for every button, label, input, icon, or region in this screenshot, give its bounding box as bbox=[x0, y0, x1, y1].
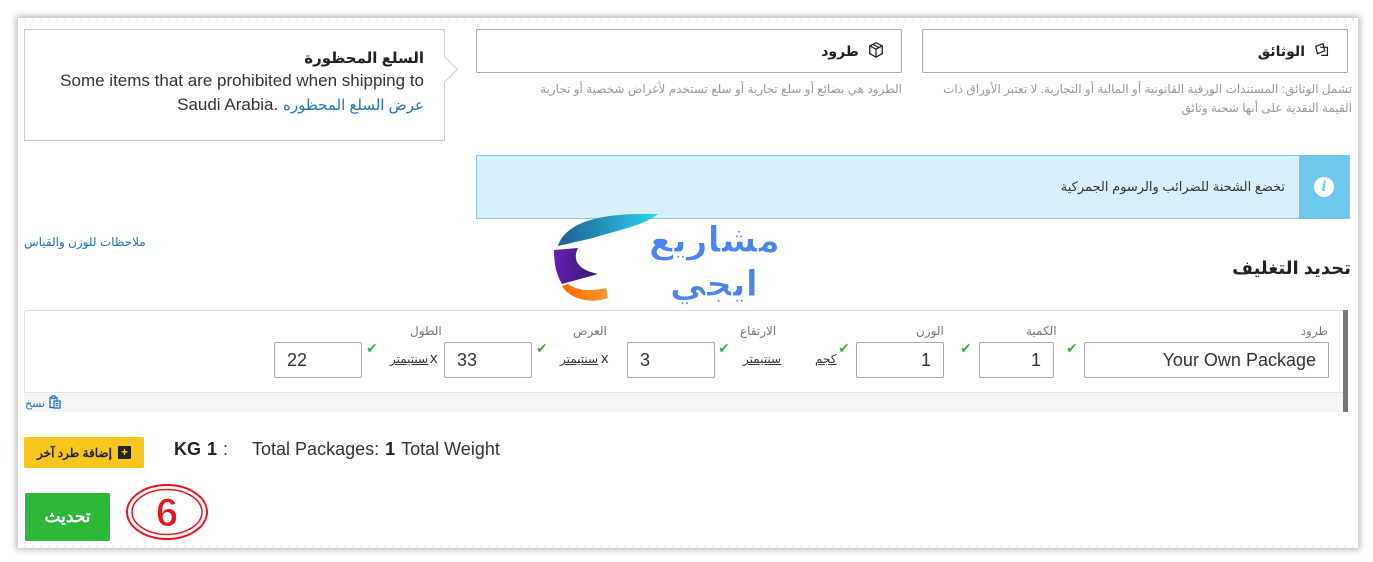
width-input[interactable] bbox=[444, 342, 532, 378]
packaging-section-title: تحديد التغليف bbox=[1232, 258, 1351, 278]
package-type-label: طرود bbox=[1300, 324, 1328, 338]
length-input[interactable] bbox=[274, 342, 362, 378]
height-label: الارتفاع bbox=[740, 324, 777, 338]
weight-label: الوزن bbox=[916, 324, 944, 338]
height-valid-check-icon: ✔ bbox=[718, 340, 730, 356]
weight-unit[interactable]: كجم bbox=[815, 352, 836, 366]
total-packages-value: 1 bbox=[385, 439, 396, 459]
quantity-valid-check-icon: ✔ bbox=[960, 340, 972, 356]
update-button[interactable]: تحديث bbox=[25, 493, 110, 541]
clipboard-icon bbox=[48, 395, 62, 412]
total-weight-label: Total Weight bbox=[401, 439, 500, 459]
length-label: الطول bbox=[410, 324, 442, 338]
documents-icon bbox=[1313, 41, 1331, 62]
type-option-documents[interactable]: الوثائق bbox=[922, 29, 1348, 73]
package-icon bbox=[867, 41, 885, 62]
copy-label: نسخ bbox=[25, 398, 45, 410]
type-description-packages: الطرود هي بضائع أو سلع تجارية أو سلع تست… bbox=[540, 82, 902, 96]
logo-swoosh-bottom bbox=[562, 284, 608, 301]
alert-text: تخضع الشحنة للضرائب والرسوم الجمركية bbox=[1060, 179, 1285, 194]
plus-icon: + bbox=[117, 446, 131, 459]
prohibited-text: Some items that are prohibited when ship… bbox=[45, 69, 424, 118]
width-unit[interactable]: سنتيمتر bbox=[560, 352, 598, 366]
width-valid-check-icon: ✔ bbox=[536, 340, 548, 356]
prohibited-items-popover: السلع المحظورة Some items that are prohi… bbox=[24, 29, 445, 141]
step-marker: 6 bbox=[125, 483, 209, 541]
logo-swoosh-middle bbox=[554, 248, 598, 284]
package-type-input[interactable] bbox=[1084, 342, 1329, 378]
quantity-label: الكمية bbox=[1026, 324, 1057, 338]
weight-valid-check-icon: ✔ bbox=[838, 340, 850, 356]
package-row-footer bbox=[24, 392, 1346, 412]
height-input[interactable] bbox=[627, 342, 715, 378]
logo-text-line1: مشاريع bbox=[649, 220, 780, 261]
logo-text-line2: ايجي bbox=[670, 264, 758, 305]
total-weight-value: 1 bbox=[207, 439, 218, 459]
totals-separator: : bbox=[223, 439, 229, 459]
view-prohibited-items-link[interactable]: عرض السلع المحظوره bbox=[283, 97, 424, 114]
type-description-documents: تشمل الوثائق: المستندات الورقية القانوني… bbox=[943, 82, 1352, 115]
total-packages-label: Total Packages: bbox=[252, 439, 380, 459]
watermark-logo: مشاريع ايجي bbox=[548, 208, 788, 308]
length-valid-check-icon: ✔ bbox=[366, 340, 378, 356]
panel-scrollbar[interactable] bbox=[1343, 310, 1348, 412]
copy-package-link[interactable]: نسخ bbox=[25, 395, 62, 412]
alert-icon-area: i bbox=[1299, 156, 1349, 218]
logo-swoosh-top bbox=[558, 213, 658, 246]
totals-summary: KG 1 : Total Packages: 1 Total Weight bbox=[174, 439, 500, 460]
type-label-packages: طرود bbox=[821, 42, 859, 59]
quantity-input[interactable] bbox=[979, 342, 1054, 378]
add-another-package-button[interactable]: + إضافة طرد آخر bbox=[24, 437, 144, 468]
height-unit[interactable]: سنتيمتر bbox=[743, 352, 781, 366]
length-unit[interactable]: سنتيمتر bbox=[390, 352, 428, 366]
weight-measurement-notes-link[interactable]: ملاحظات للوزن والقياس bbox=[24, 235, 146, 249]
type-label-documents: الوثائق bbox=[1257, 42, 1305, 59]
package-type-valid-check-icon: ✔ bbox=[1066, 340, 1078, 356]
times-symbol: x bbox=[601, 350, 609, 367]
width-label: العرض bbox=[573, 324, 607, 338]
add-package-label: إضافة طرد آخر bbox=[37, 445, 112, 460]
weight-input[interactable] bbox=[856, 342, 944, 378]
info-icon: i bbox=[1314, 177, 1334, 197]
type-option-packages[interactable]: طرود bbox=[476, 29, 902, 73]
total-weight-unit: KG bbox=[174, 439, 201, 459]
times-symbol: x bbox=[430, 350, 438, 367]
prohibited-title: السلع المحظورة bbox=[304, 50, 424, 67]
step-marker-number: 6 bbox=[156, 491, 178, 535]
